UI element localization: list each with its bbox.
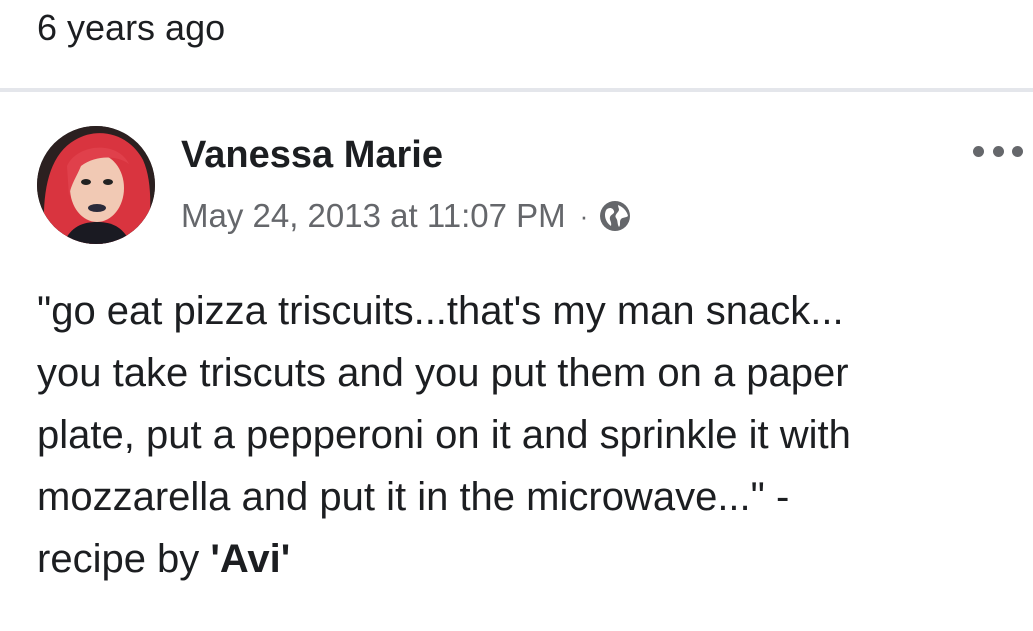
- post-divider: [0, 88, 1033, 92]
- avatar-image: [37, 126, 155, 244]
- globe-icon[interactable]: [598, 199, 632, 233]
- post-date[interactable]: May 24, 2013 at 11:07 PM: [181, 197, 566, 235]
- post-body: "go eat pizza triscuits...that's my man …: [37, 280, 1027, 590]
- post-body-text: "go eat pizza triscuits...that's my man …: [37, 289, 851, 581]
- more-options-dot: [1012, 145, 1023, 157]
- post-body-emphasis: 'Avi': [210, 537, 291, 581]
- post-header: Vanessa Marie May 24, 2013 at 11:07 PM ·: [0, 126, 1033, 246]
- avatar[interactable]: [37, 126, 155, 244]
- more-options-icon: [973, 145, 984, 157]
- facebook-post-view: 6 years ago Vanessa Marie May 24, 2013 a…: [0, 0, 1033, 631]
- more-options-button[interactable]: [973, 140, 1023, 162]
- more-options-dot: [992, 145, 1004, 157]
- author-name[interactable]: Vanessa Marie: [181, 132, 443, 178]
- previous-post-timestamp[interactable]: 6 years ago: [37, 6, 225, 50]
- post-meta: May 24, 2013 at 11:07 PM ·: [181, 196, 632, 236]
- meta-separator: ·: [579, 200, 589, 231]
